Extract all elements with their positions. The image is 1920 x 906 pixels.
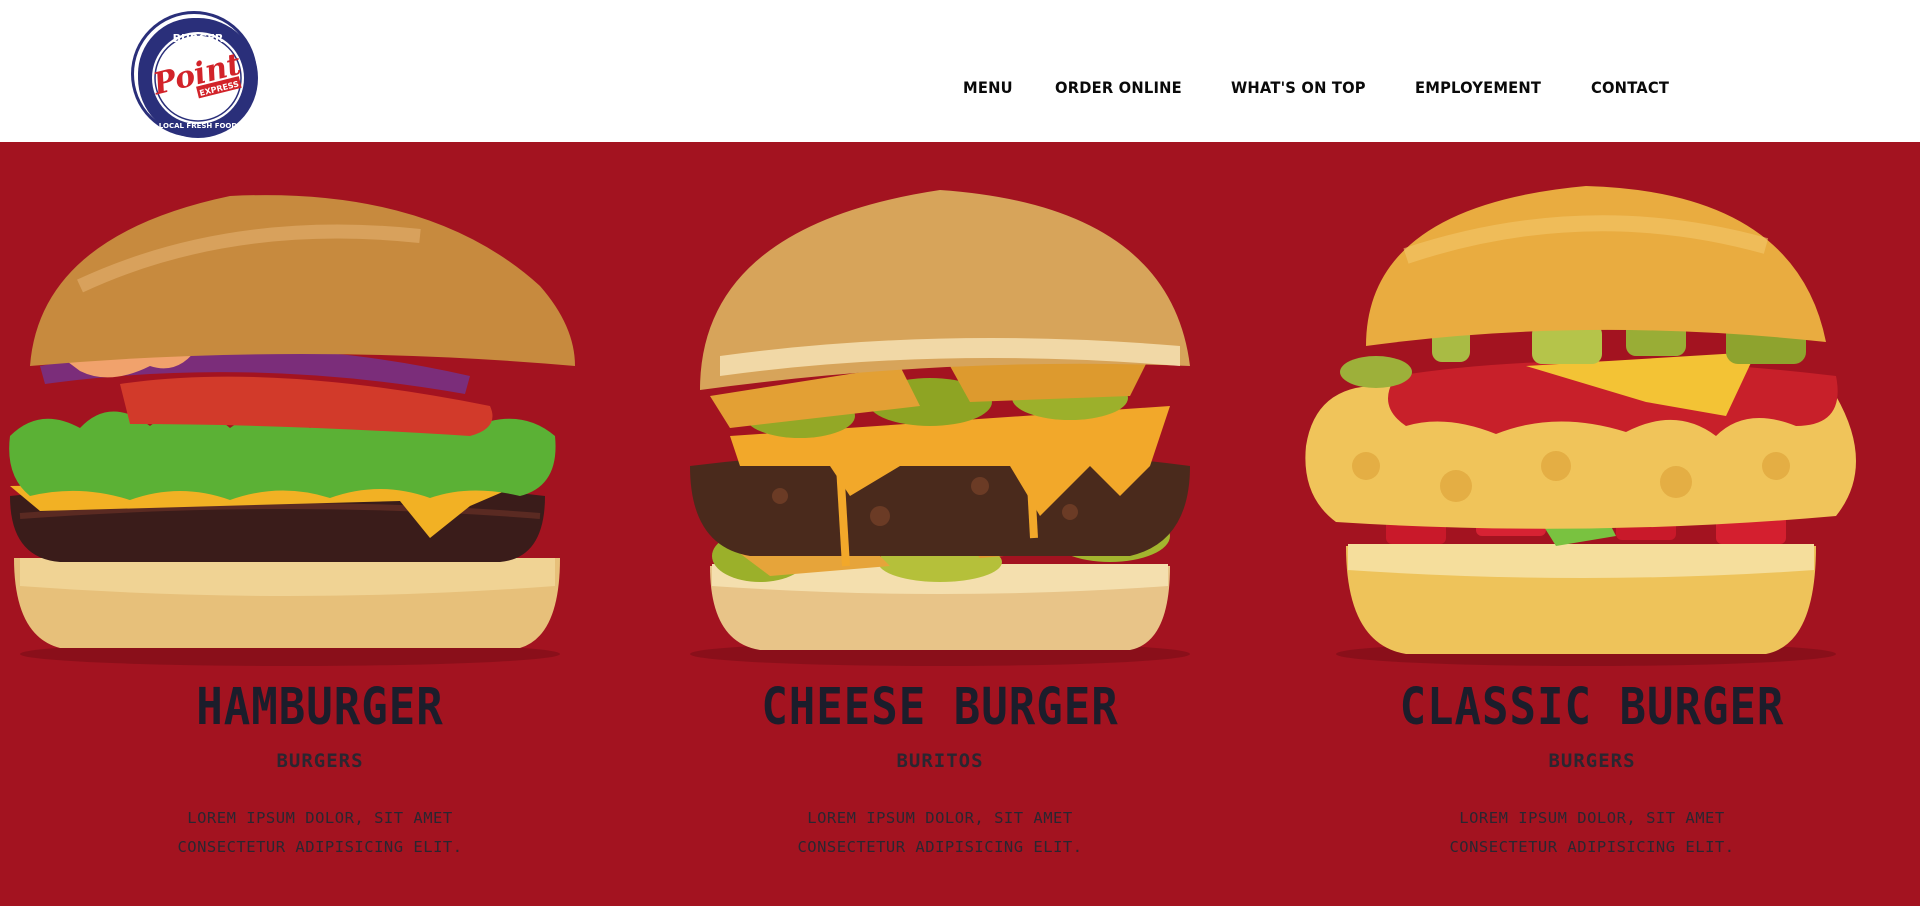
product-card-cheese-burger[interactable]: CHEESE BURGER BURITOS LOREM IPSUM DOLOR,… [620, 142, 1260, 906]
product-category: BURGERS [276, 750, 364, 772]
product-description-line-2: CONSECTETUR ADIPISICING ELIT. [797, 838, 1083, 856]
nav-item-whats-on-top[interactable]: WHAT'S ON TOP [1231, 78, 1366, 97]
classic-burger-image [1305, 186, 1856, 666]
brand-logo[interactable]: BURGER Point EXPRESS LOCAL FRESH FOOD [134, 14, 258, 138]
product-category: BURGERS [1548, 750, 1636, 772]
product-description-line-2: CONSECTETUR ADIPISICING ELIT. [1449, 838, 1735, 856]
product-card-hamburger[interactable]: HAMBURGER BURGERS LOREM IPSUM DOLOR, SIT… [0, 142, 640, 906]
product-title: CLASSIC BURGER [1399, 678, 1785, 737]
nav-item-employement[interactable]: EMPLOYEMENT [1415, 78, 1541, 97]
nav-item-menu[interactable]: MENU [963, 78, 1013, 97]
product-description: LOREM IPSUM DOLOR, SIT AMET CONSECTETUR … [620, 804, 1260, 862]
svg-text:LOCAL FRESH FOOD: LOCAL FRESH FOOD [159, 122, 238, 130]
product-card-classic-burger[interactable]: CLASSIC BURGER BURGERS LOREM IPSUM DOLOR… [1272, 142, 1912, 906]
product-description: LOREM IPSUM DOLOR, SIT AMET CONSECTETUR … [1272, 804, 1912, 862]
product-description-line-1: LOREM IPSUM DOLOR, SIT AMET [1459, 809, 1725, 827]
product-description-line-2: CONSECTETUR ADIPISICING ELIT. [177, 838, 463, 856]
logo-emblem-icon: BURGER Point EXPRESS LOCAL FRESH FOOD [138, 18, 258, 138]
product-category: BURITOS [896, 750, 984, 772]
product-title: CHEESE BURGER [761, 678, 1119, 737]
product-description-line-1: LOREM IPSUM DOLOR, SIT AMET [187, 809, 453, 827]
product-title: HAMBURGER [196, 678, 444, 737]
hamburger-image [9, 195, 575, 666]
products-section: HAMBURGER BURGERS LOREM IPSUM DOLOR, SIT… [0, 142, 1920, 906]
nav-item-order-online[interactable]: ORDER ONLINE [1055, 78, 1182, 97]
main-nav: MENU ORDER ONLINE WHAT'S ON TOP EMPLOYEM… [963, 78, 1713, 97]
site-header: BURGER Point EXPRESS LOCAL FRESH FOOD ME… [0, 0, 1920, 142]
product-description: LOREM IPSUM DOLOR, SIT AMET CONSECTETUR … [0, 804, 640, 862]
nav-item-contact[interactable]: CONTACT [1591, 78, 1669, 97]
svg-text:BURGER: BURGER [173, 32, 224, 45]
product-description-line-1: LOREM IPSUM DOLOR, SIT AMET [807, 809, 1073, 827]
cheese-burger-image [690, 190, 1190, 666]
